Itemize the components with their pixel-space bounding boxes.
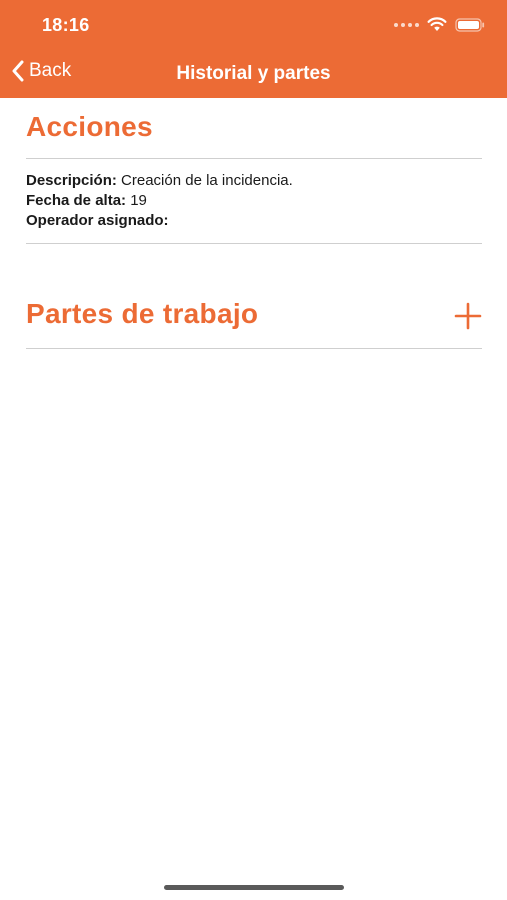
descripcion-label: Descripción: — [26, 172, 117, 189]
descripcion-value: Creación de la incidencia. — [121, 172, 293, 189]
signal-dots-icon — [394, 22, 419, 27]
divider — [26, 158, 482, 159]
top-bar: 18:16 Back Historial y partes — [0, 0, 507, 98]
partes-title: Partes de trabajo — [26, 298, 259, 329]
wifi-icon — [427, 17, 447, 31]
add-parte-button[interactable] — [454, 302, 482, 330]
operador-label: Operador asignado: — [26, 212, 169, 229]
status-icons — [394, 17, 485, 32]
descripcion-row: Descripción: Creación de la incidencia. — [26, 172, 293, 190]
home-indicator[interactable] — [164, 885, 344, 890]
page-title: Historial y partes — [176, 63, 331, 84]
divider — [26, 243, 482, 244]
acciones-title: Acciones — [26, 111, 153, 142]
plus-icon — [454, 302, 482, 330]
operador-row: Operador asignado: — [26, 212, 169, 230]
partes-header: Partes de trabajo — [26, 298, 482, 338]
status-time: 18:16 — [42, 15, 90, 35]
fecha-row: Fecha de alta: 19 — [26, 192, 147, 210]
fecha-value: 19 — [130, 192, 147, 209]
fecha-label: Fecha de alta: — [26, 192, 127, 209]
battery-icon — [455, 17, 485, 32]
divider — [26, 348, 482, 349]
